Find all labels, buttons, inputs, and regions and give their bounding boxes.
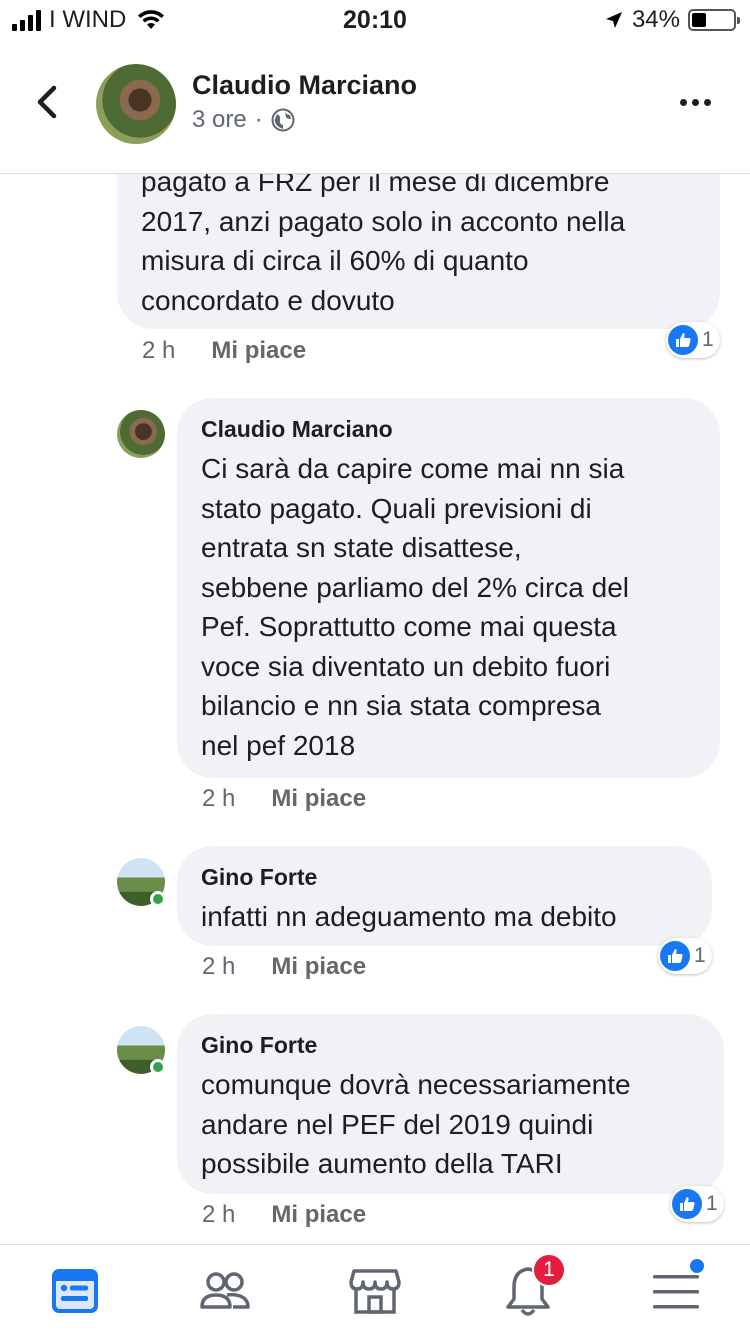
author-name[interactable]: Claudio Marciano [192,70,417,101]
comment-time: 2 h [202,1201,236,1228]
like-button[interactable]: Mi piace [271,953,366,981]
comment-actions: 2 h Mi piace [202,1201,366,1229]
post-meta: 3 ore · [192,106,295,134]
marketplace-icon [349,1269,401,1314]
post-header: Claudio Marciano 3 ore · [0,42,750,174]
notification-badge: 1 [532,1253,566,1287]
comment-text: Ci sarà da capire come mai nn sia stato … [201,453,630,761]
reaction-count[interactable]: 1 [658,938,712,974]
online-status-indicator [150,891,166,907]
meta-separator: · [254,106,263,133]
comment-time: 2 h [202,785,236,812]
like-reaction-icon [668,325,698,355]
tab-notifications[interactable]: 1 [500,1253,566,1319]
reaction-count[interactable]: 1 [670,1186,724,1222]
tab-menu[interactable] [648,1259,704,1319]
online-status-indicator [150,1059,166,1075]
status-bar: I WIND 20:10 34% [0,0,750,42]
location-arrow-icon [605,12,622,28]
comment-author[interactable]: Gino Forte [201,864,317,891]
comment-actions: 2 h Mi piace [202,785,366,813]
bottom-tab-bar: 1 [0,1244,750,1334]
tab-friends[interactable] [197,1263,253,1319]
comment-bubble[interactable]: Gino Forte comunque dovrà necessariament… [177,1014,724,1194]
comment-text: comunque dovrà necessariamente andare ne… [201,1069,631,1179]
comment-bubble[interactable]: Claudio Marciano Ci sarà da capire come … [177,398,720,778]
friends-icon [200,1272,250,1309]
reaction-count[interactable]: 1 [666,322,720,358]
like-button[interactable]: Mi piace [271,1201,366,1229]
author-avatar[interactable] [96,64,176,144]
comment-time: 2 h [202,953,236,980]
tab-news-feed[interactable] [47,1263,103,1319]
tab-marketplace[interactable] [347,1263,403,1319]
avatar[interactable] [117,410,165,458]
comment-author[interactable]: Claudio Marciano [201,416,393,443]
battery-percent: 34% [631,6,680,33]
more-options-button[interactable] [680,92,720,112]
battery-icon [688,9,740,31]
comment-actions: 2 h Mi piace [142,337,306,365]
like-reaction-icon [672,1189,702,1219]
menu-update-dot [690,1259,704,1273]
post-time: 3 ore [192,106,247,133]
news-feed-icon [52,1269,98,1313]
like-button[interactable]: Mi piace [271,785,366,813]
comment-text: pagato a FRZ per il mese di dicembre 201… [141,166,626,316]
comment-author[interactable]: Gino Forte [201,1032,317,1059]
comment-actions: 2 h Mi piace [202,953,366,981]
comment-time: 2 h [142,337,176,364]
back-button[interactable] [26,80,70,124]
like-reaction-icon [660,941,690,971]
comment-text: infatti nn adeguamento ma debito [201,901,617,932]
globe-icon [271,108,295,132]
comment-bubble[interactable]: Gino Forte infatti nn adeguamento ma deb… [177,846,712,946]
like-button[interactable]: Mi piace [211,337,306,365]
